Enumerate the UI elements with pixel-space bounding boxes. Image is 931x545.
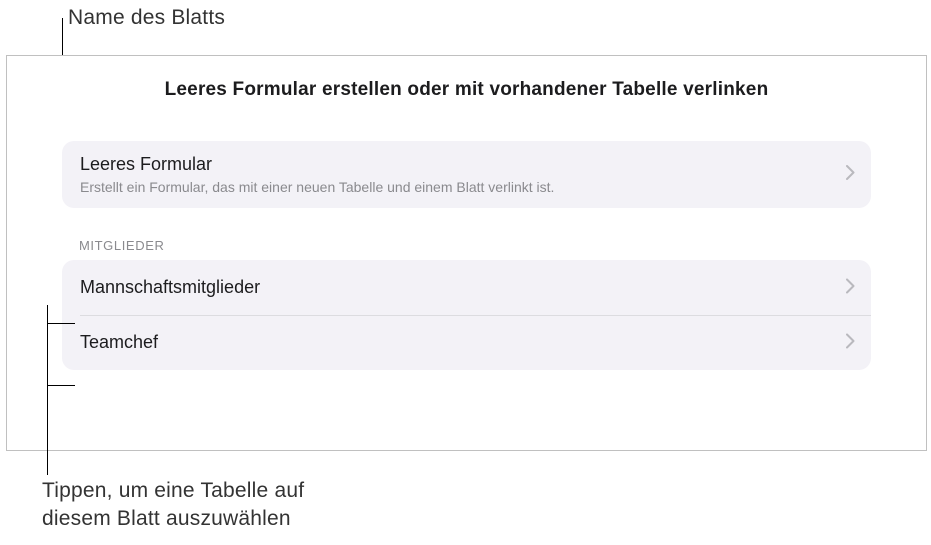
chevron-right-icon: [846, 277, 855, 298]
callout-bracket-tables: [47, 305, 75, 475]
callout-sheet-name: Name des Blatts: [68, 6, 225, 30]
panel-title: Leeres Formular erstellen oder mit vorha…: [7, 79, 926, 101]
chevron-right-icon: [846, 332, 855, 353]
blank-form-title: Leeres Formular: [80, 154, 853, 175]
blank-form-subtitle: Erstellt ein Formular, das mit einer neu…: [80, 179, 853, 195]
table-row[interactable]: Mannschaftsmitglieder: [62, 260, 871, 315]
table-row[interactable]: Teamchef: [62, 315, 871, 370]
blank-form-option[interactable]: Leeres Formular Erstellt ein Formular, d…: [62, 141, 871, 208]
section-header-members: MITGLIEDER: [79, 238, 871, 253]
table-label: Mannschaftsmitglieder: [80, 277, 260, 297]
callout-tap-table: Tippen, um eine Tabelle auf diesem Blatt…: [42, 477, 304, 534]
form-setup-panel: Leeres Formular erstellen oder mit vorha…: [6, 55, 927, 451]
tables-list: Mannschaftsmitglieder Teamchef: [62, 260, 871, 370]
table-label: Teamchef: [80, 332, 158, 352]
